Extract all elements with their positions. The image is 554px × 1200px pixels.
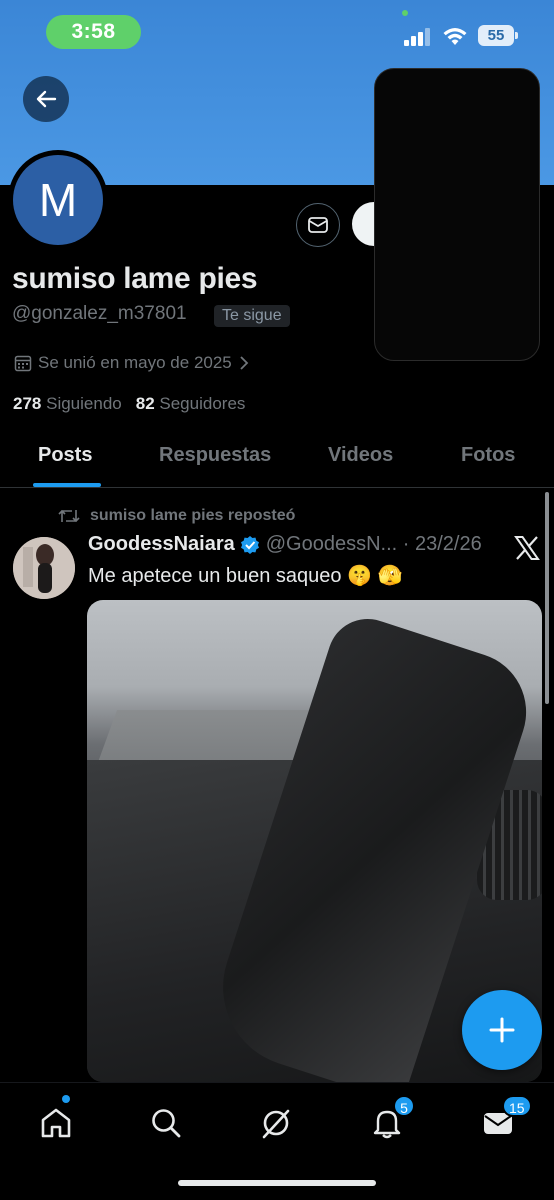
avatar-photo <box>13 537 75 599</box>
followers-label: Seguidores <box>159 394 246 413</box>
privacy-indicator <box>402 10 408 16</box>
back-button[interactable] <box>23 76 69 122</box>
x-logo-icon[interactable] <box>514 535 540 561</box>
post-separator: · <box>397 533 415 555</box>
post-text: Me apetece un buen saqueo 🤫 🫣 <box>88 565 403 587</box>
avatar-letter: M <box>13 155 103 245</box>
tab-posts[interactable]: Posts <box>38 444 92 467</box>
message-button[interactable] <box>296 203 340 247</box>
mail-icon <box>308 217 328 233</box>
verified-icon <box>240 535 259 554</box>
nav-grok[interactable] <box>256 1103 296 1143</box>
search-icon <box>152 1109 181 1138</box>
following-label: Siguiendo <box>46 394 122 413</box>
following-count: 278 <box>13 394 42 413</box>
compose-post-button[interactable] <box>462 990 542 1070</box>
tab-replies[interactable]: Respuestas <box>159 444 271 467</box>
followers-count: 82 <box>135 394 155 413</box>
repost-context[interactable]: sumiso lame pies reposteó <box>58 507 295 525</box>
calendar-icon <box>14 355 32 372</box>
follow-stats: 278 Siguiendo 82 Seguidores <box>13 394 245 414</box>
nav-search[interactable] <box>146 1103 186 1143</box>
repost-label: sumiso lame pies reposteó <box>90 507 296 524</box>
status-bar: 3:58 55 <box>0 0 554 66</box>
plus-icon <box>489 1017 515 1043</box>
tab-photos[interactable]: Fotos <box>461 444 515 467</box>
profile-avatar[interactable]: M <box>8 150 108 250</box>
tab-videos[interactable]: Videos <box>328 444 393 467</box>
nav-home[interactable] <box>36 1103 76 1143</box>
post-date[interactable]: 23/2/26 <box>415 533 482 556</box>
scrollbar[interactable] <box>545 492 549 704</box>
post-author-avatar[interactable] <box>13 537 75 599</box>
post-author-name[interactable]: GoodessNaiara <box>88 533 235 556</box>
profile-display-name: sumiso lame pies <box>12 262 258 295</box>
active-tab-indicator <box>33 483 101 487</box>
cell-signal-icon <box>404 28 430 46</box>
joined-date[interactable]: Se unió en mayo de 2025 <box>14 353 250 373</box>
battery-tip <box>515 32 518 39</box>
following-link[interactable]: 278 Siguiendo <box>13 394 122 414</box>
messages-badge: 15 <box>502 1095 532 1117</box>
back-arrow-icon <box>36 90 57 108</box>
joined-text: Se unió en mayo de 2025 <box>38 353 232 372</box>
profile-tabs: Posts Respuestas Videos Fotos <box>0 432 554 488</box>
follows-you-badge: Te sigue <box>214 305 290 327</box>
post-author-handle[interactable]: @GoodessN... <box>266 533 397 556</box>
battery-indicator: 55 <box>478 25 514 46</box>
followers-link[interactable]: 82 Seguidores <box>136 394 246 414</box>
status-time: 3:58 <box>46 15 141 49</box>
home-icon <box>41 1108 71 1138</box>
profile-handle: @gonzalez_m37801 <box>12 303 187 324</box>
home-indicator[interactable] <box>178 1180 376 1186</box>
device-overlay <box>374 68 540 361</box>
repost-icon <box>58 509 80 523</box>
wifi-icon <box>443 28 467 45</box>
post-header: GoodessNaiara @GoodessN... · 23/2/26 <box>88 533 482 556</box>
home-unread-dot <box>62 1095 70 1103</box>
chevron-right-icon <box>240 356 249 370</box>
grok-icon <box>262 1109 290 1139</box>
notifications-badge: 5 <box>393 1095 415 1117</box>
